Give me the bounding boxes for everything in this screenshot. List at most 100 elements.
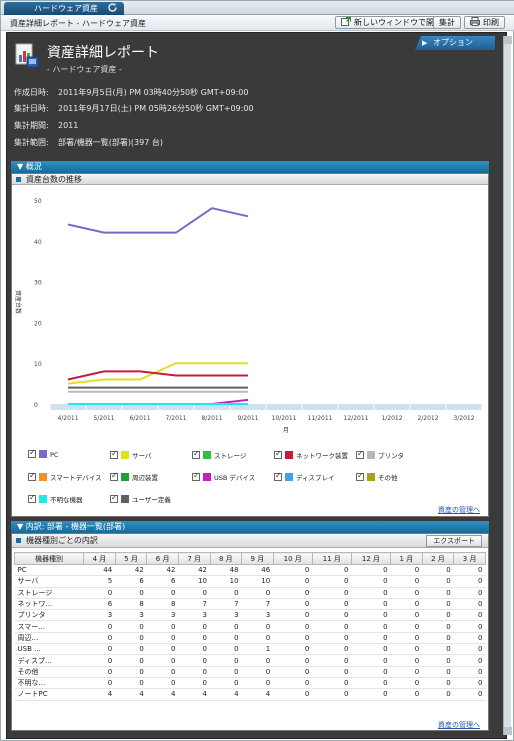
legend-item[interactable]: 不明な機器 [28,493,83,504]
value-cell: 0 [422,587,454,599]
value-cell: 0 [178,677,210,690]
column-header[interactable]: 6 月 [146,552,179,565]
value-cell: 0 [351,609,391,622]
checkbox[interactable] [110,471,118,481]
checkbox[interactable] [110,449,118,459]
legend-swatch [285,473,293,481]
legend-item[interactable]: ユーザー定義 [110,493,171,504]
checkbox[interactable] [28,448,36,458]
value-cell: 6 [83,598,116,611]
column-header[interactable]: 7 月 [177,552,211,565]
legend-item[interactable]: ネットワーク装置 [274,449,348,460]
scroll-up-arrow[interactable] [504,36,512,44]
column-header[interactable]: 3 月 [453,552,486,565]
refresh-icon[interactable] [107,2,118,13]
value-cell: 0 [115,587,147,599]
legend-item[interactable]: ディスプレイ [274,471,335,482]
toolbar: 資産詳細レポート - ハードウェア資産 新しいウィンドウで開く 集計 印刷 [1,15,514,31]
overview-panel: 資産台数の推移 0 10 20 30 40 50 4/2011 5/2011 6/2011 7/2… [11,173,489,517]
checkbox[interactable] [192,449,200,459]
value-cell: 0 [390,587,423,599]
print-button[interactable]: 印刷 [464,16,505,29]
value-cell: 0 [390,620,423,633]
checkbox[interactable] [28,471,36,481]
aggregate-button[interactable]: 集計 [433,16,461,29]
breakdown-panel: 機器種別ごとの内訳 エクスポート 機器種別 4 月5 月6 月7 月8 月9 月1… [11,533,489,731]
column-header[interactable]: 9 月 [241,552,274,565]
column-header[interactable]: 2 月 [421,552,455,565]
table-row: ノートPC 4 4 4 4 4 4 0 0 0 0 0 0 [14,688,486,701]
value-cell: 4 [83,688,116,701]
value-cell: 0 [241,587,274,599]
value-cell: 0 [351,598,391,611]
column-header[interactable]: 8 月 [209,552,243,565]
page-title: 資産詳細レポート [47,45,159,61]
value-cell: 4 [178,688,210,701]
x-tick-label: 2/2012 [417,415,438,422]
column-header[interactable]: 10 月 [272,552,313,565]
checkbox[interactable] [110,493,118,503]
manage-assets-link[interactable]: 資産の管理へ [438,505,480,515]
value-cell: 0 [210,620,242,633]
new-window-button[interactable]: 新しいウィンドウで開く [335,16,448,29]
checkbox[interactable] [274,449,282,459]
column-header[interactable]: 5 月 [114,552,148,565]
overview-section-header[interactable]: ▼ 概況 [11,161,489,173]
legend-item[interactable]: その他 [356,471,398,482]
checkbox[interactable] [192,471,200,481]
value-cell: 6 [146,575,179,588]
tab-hardware-assets[interactable]: ハードウェア資産 [4,2,124,15]
value-cell: 0 [312,575,352,588]
value-cell: 42 [146,564,179,577]
value-cell: 0 [146,666,179,678]
table-row: ネットワ... 6 8 8 7 7 7 0 0 0 0 0 0 [14,598,486,611]
breakdown-section-header[interactable]: ▼ 内訳: 部署 - 機器一覧(部署) [11,521,489,533]
vertical-scrollbar[interactable] [503,36,512,735]
manage-assets-link-bottom[interactable]: 資産の管理へ [438,720,480,730]
meta-key: 集計範囲: [14,138,49,147]
column-header[interactable]: 機器種別 [13,552,85,565]
value-cell: 0 [146,587,179,599]
value-cell: 0 [312,677,352,690]
checkbox[interactable] [274,471,282,481]
scroll-down-arrow[interactable] [504,727,512,735]
row-label-cell: サーバ [14,575,84,588]
x-tick-label: 8/2011 [201,415,222,422]
series-line [67,207,249,234]
legend-item[interactable]: PC [28,448,59,459]
legend-item[interactable]: サーバ [110,449,151,460]
x-tick-label: 6/2011 [129,415,150,422]
checkbox[interactable] [28,493,36,503]
value-cell: 0 [115,666,147,678]
value-cell: 0 [453,632,486,645]
legend-label: ネットワーク装置 [296,452,348,460]
options-button[interactable]: ▶ オプション [415,36,495,50]
legend-item[interactable]: 周辺装置 [110,471,158,482]
legend-item[interactable]: ストレージ [192,449,246,460]
value-cell: 0 [390,564,423,577]
report-window: ハードウェア資産 資産詳細レポート - ハードウェア資産 新しいウィンドウで開く… [0,0,514,741]
checkbox[interactable] [356,449,364,459]
row-label-cell: スマー... [14,620,84,633]
value-cell: 0 [312,688,352,701]
value-cell: 0 [115,632,147,645]
checkbox[interactable] [356,471,364,481]
meta-key: 集計期間: [14,121,49,130]
legend-item[interactable]: USB デバイス [192,471,255,482]
asset-trend-chart: 0 10 20 30 40 50 4/2011 5/2011 6/2011 7/2011 8/201… [14,198,483,434]
legend-item[interactable]: スマートデバイス [28,471,102,482]
value-cell: 0 [390,598,423,611]
value-cell: 3 [83,609,116,622]
export-button[interactable]: エクスポート [426,535,482,547]
column-header[interactable]: 11 月 [311,552,352,565]
value-cell: 0 [422,575,454,588]
legend-item[interactable]: プリンタ [356,449,404,460]
column-header[interactable]: 1 月 [390,552,423,565]
value-cell: 0 [178,620,210,633]
value-cell: 8 [115,598,147,611]
legend-label: PC [50,451,59,459]
legend-swatch [121,451,129,459]
value-cell: 0 [273,609,313,622]
column-header[interactable]: 4 月 [83,552,116,565]
column-header[interactable]: 12 月 [350,552,392,565]
